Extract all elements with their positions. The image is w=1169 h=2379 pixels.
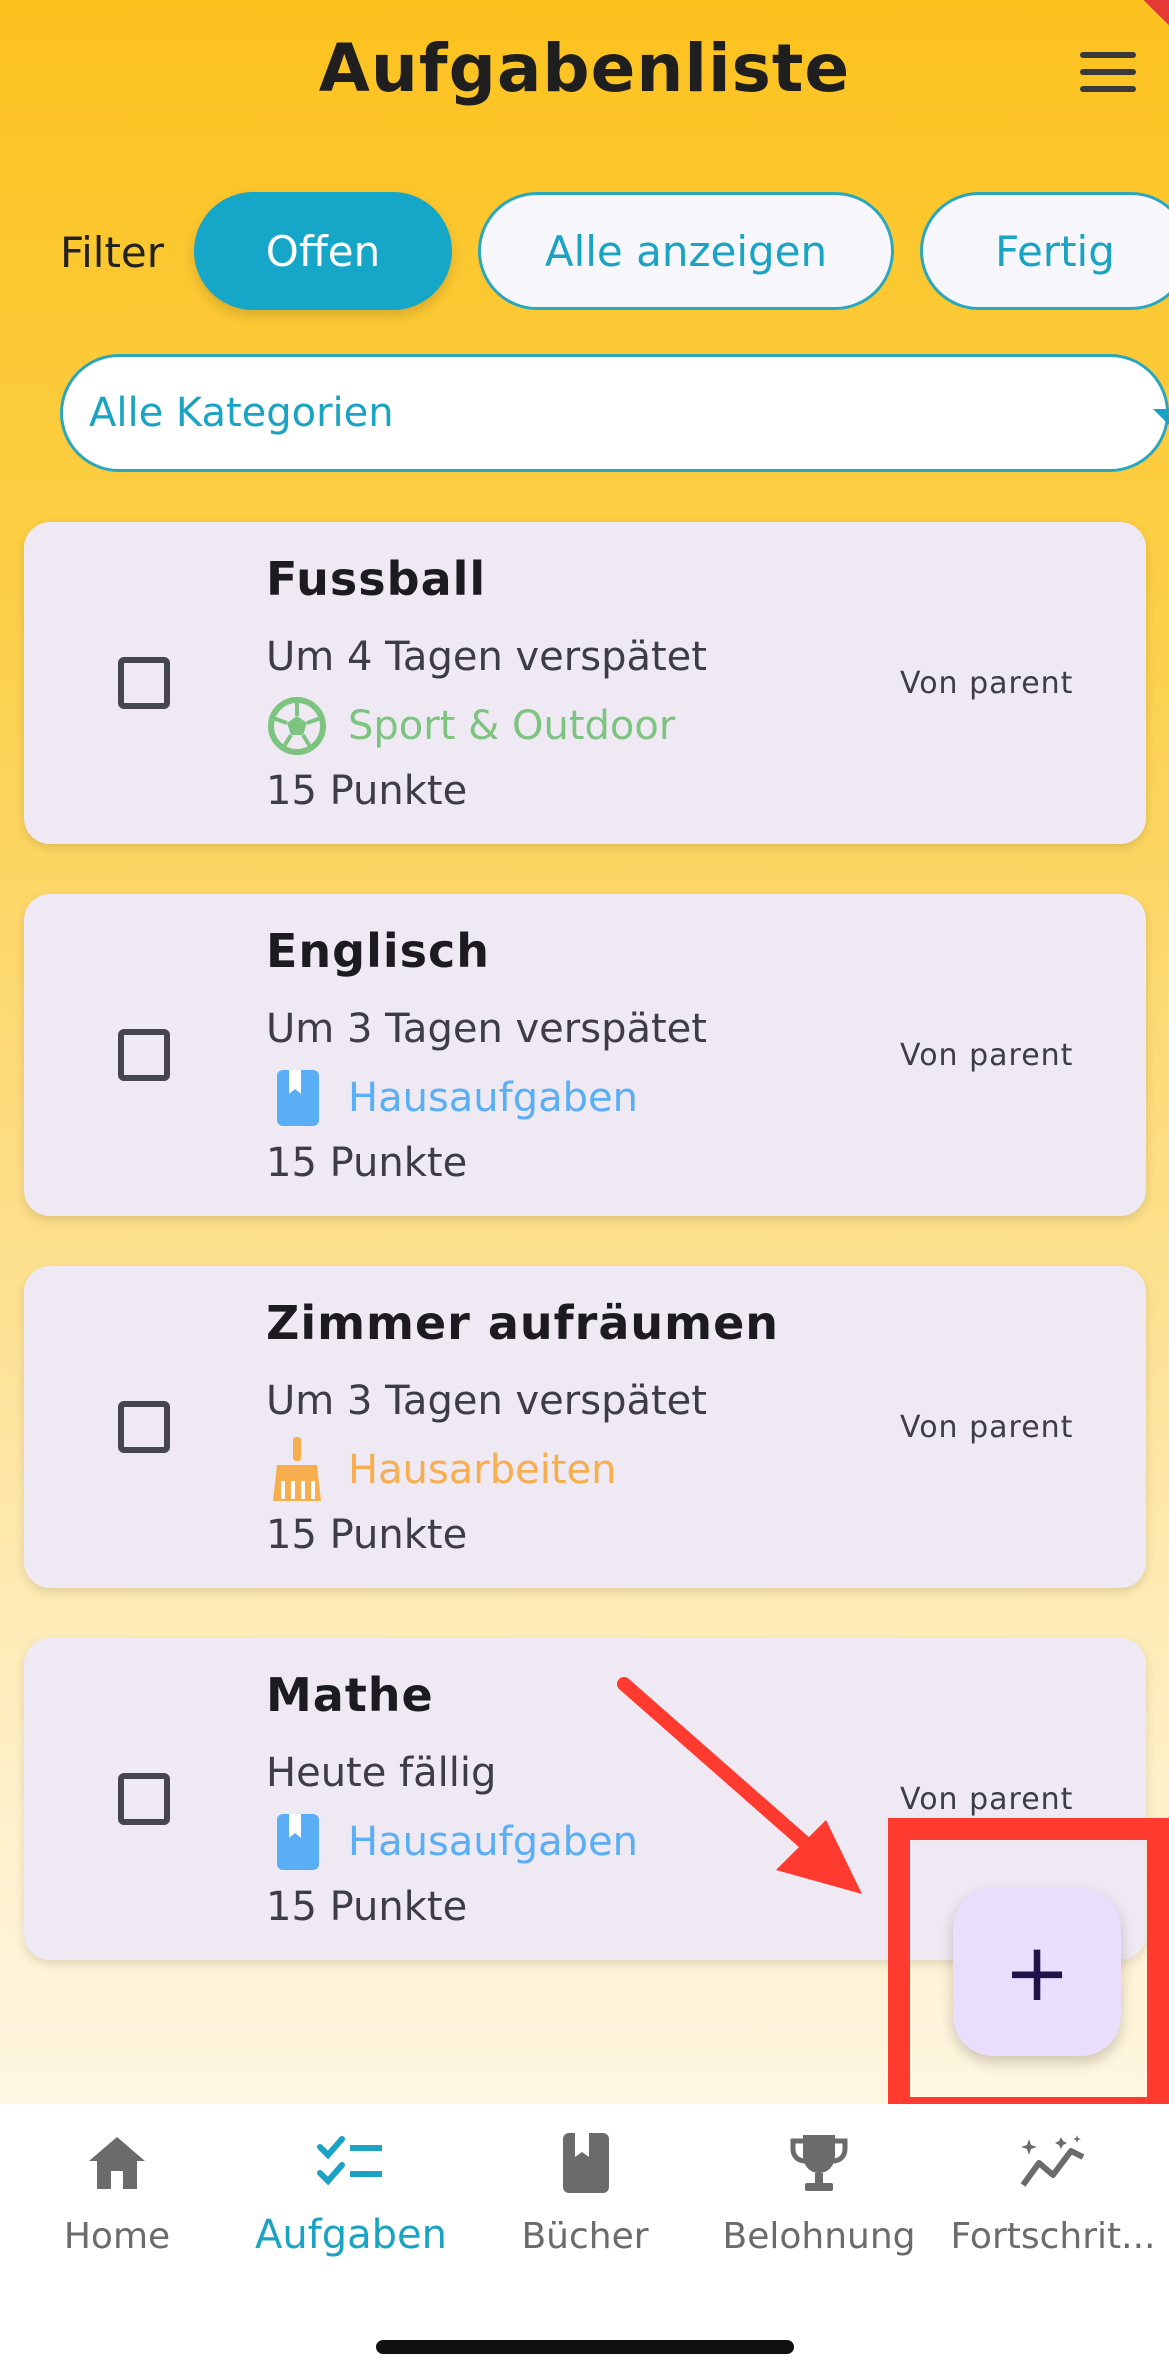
book-icon [266,1067,328,1129]
nav-label: Belohnung [722,2216,916,2257]
task-title: Mathe [266,1668,434,1722]
task-category-label: Sport & Outdoor [348,703,676,749]
filter-chip-alle-anzeigen[interactable]: Alle anzeigen [478,192,894,310]
hamburger-menu-icon[interactable] [1080,52,1136,92]
checklist-icon [316,2128,386,2198]
task-category-label: Hausarbeiten [348,1447,617,1493]
task-title: Fussball [266,552,487,606]
task-due: Um 4 Tagen verspätet [266,634,707,680]
home-icon [82,2128,152,2198]
nav-label: Fortschrit... [950,2216,1156,2257]
task-checkbox[interactable] [118,1773,170,1825]
nav-label: Home [63,2216,171,2257]
task-title: Zimmer aufräumen [266,1296,780,1350]
home-indicator [376,2340,794,2354]
filter-label: Filter [60,228,165,277]
task-from: Von parent [900,1782,1074,1817]
task-due: Um 3 Tagen verspätet [266,1378,707,1424]
task-card[interactable]: Englisch Um 3 Tagen verspätet Hausaufgab… [24,894,1146,1216]
task-title: Englisch [266,924,491,978]
category-dropdown-value: Alle Kategorien [89,390,394,436]
task-due: Um 3 Tagen verspätet [266,1006,707,1052]
add-task-button[interactable]: + [953,1888,1121,2056]
task-category: Hausarbeiten [266,1437,617,1502]
nav-item-buecher[interactable]: Bücher [468,2128,702,2257]
nav-label: Bücher [521,2216,649,2257]
task-checkbox[interactable] [118,1401,170,1453]
nav-label: Aufgaben [254,2212,448,2258]
task-category: Hausaufgaben [266,1066,638,1130]
filter-chip-fertig[interactable]: Fertig [920,192,1169,310]
soccer-ball-icon [266,695,328,757]
nav-item-aufgaben[interactable]: Aufgaben [234,2128,468,2258]
app-background: Aufgabenliste Filter Offen Alle anzeigen… [0,0,1169,2104]
bottom-navigation: Home Aufgaben Bücher Belohnung Fortschri… [0,2104,1169,2379]
task-card[interactable]: Zimmer aufräumen Um 3 Tagen verspätet Ha… [24,1266,1146,1588]
task-card[interactable]: Fussball Um 4 Tagen verspätet Sport & Ou… [24,522,1146,844]
task-checkbox[interactable] [118,657,170,709]
task-category: Hausaufgaben [266,1810,638,1874]
task-checkbox[interactable] [118,1029,170,1081]
corner-accent [1138,0,1169,31]
task-points: 15 Punkte [266,768,468,814]
task-category: Sport & Outdoor [266,694,675,758]
task-points: 15 Punkte [266,1512,468,1558]
broom-icon [266,1437,328,1501]
task-category-label: Hausaufgaben [348,1075,638,1121]
category-dropdown[interactable]: Alle Kategorien [60,354,1169,472]
task-points: 15 Punkte [266,1884,468,1930]
task-from: Von parent [900,1038,1074,1073]
nav-item-fortschritt[interactable]: Fortschrit... [936,2128,1169,2257]
task-due: Heute fällig [266,1750,497,1796]
dropdown-caret-icon [1153,409,1169,425]
annotation-arrow [617,1677,862,1894]
task-category-label: Hausaufgaben [348,1819,638,1865]
task-from: Von parent [900,666,1074,701]
book-icon [550,2128,620,2198]
book-icon [266,1811,328,1873]
page-title: Aufgabenliste [318,30,851,107]
filter-chip-offen[interactable]: Offen [194,192,452,310]
nav-item-home[interactable]: Home [0,2128,234,2257]
task-points: 15 Punkte [266,1140,468,1186]
nav-item-belohnung[interactable]: Belohnung [702,2128,936,2257]
progress-chart-icon [1018,2128,1088,2198]
task-from: Von parent [900,1410,1074,1445]
trophy-icon [784,2128,854,2198]
